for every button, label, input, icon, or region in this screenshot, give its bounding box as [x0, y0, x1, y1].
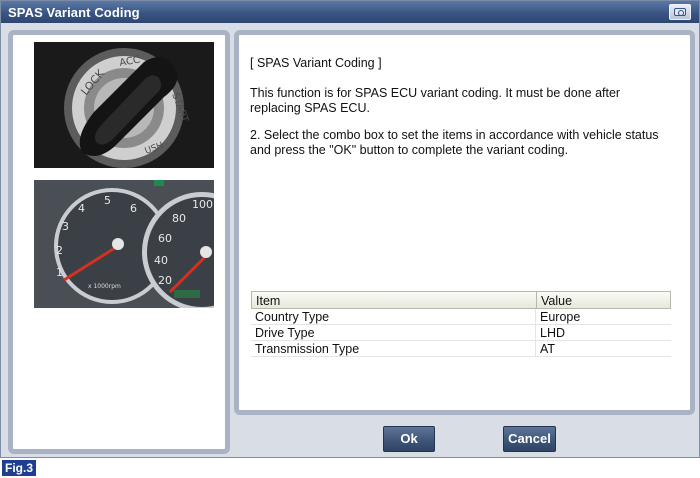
- camera-icon: [674, 8, 686, 16]
- header-value: Value: [541, 294, 573, 308]
- svg-text:20: 20: [158, 274, 172, 287]
- table-row[interactable]: Transmission Type AT: [251, 341, 671, 357]
- camera-button[interactable]: [669, 4, 691, 20]
- drive-type-combo[interactable]: LHD: [536, 325, 671, 340]
- image-panel: LOCK ACC START USH 1 2 3 4 5 6 80 100 60…: [8, 30, 230, 454]
- window-title: SPAS Variant Coding: [8, 5, 140, 20]
- section-title: [ SPAS Variant Coding ]: [250, 56, 382, 70]
- table-row[interactable]: Country Type Europe: [251, 309, 671, 325]
- cancel-button[interactable]: Cancel: [503, 426, 556, 452]
- svg-text:100: 100: [192, 198, 213, 211]
- content-panel: [ SPAS Variant Coding ] This function is…: [234, 30, 695, 415]
- table-row[interactable]: Drive Type LHD: [251, 325, 671, 341]
- svg-text:60: 60: [158, 232, 172, 245]
- title-bar: SPAS Variant Coding: [1, 1, 699, 23]
- svg-text:4: 4: [78, 202, 85, 215]
- row-item-label: Drive Type: [251, 325, 536, 340]
- description-paragraph-1: This function is for SPAS ECU variant co…: [250, 86, 621, 115]
- row-item-label: Transmission Type: [251, 341, 536, 356]
- ignition-key-photo: LOCK ACC START USH: [34, 42, 214, 168]
- svg-text:80: 80: [172, 212, 186, 225]
- country-type-combo[interactable]: Europe: [536, 309, 671, 324]
- svg-text:40: 40: [154, 254, 168, 267]
- svg-text:x 1000rpm: x 1000rpm: [88, 283, 121, 290]
- instrument-cluster-photo: 1 2 3 4 5 6 80 100 60 40 20 x 1000rpm: [34, 180, 214, 308]
- svg-text:6: 6: [130, 202, 137, 215]
- description-paragraph-2: 2. Select the combo box to set the items…: [250, 128, 659, 157]
- header-item: Item: [252, 292, 537, 308]
- transmission-type-combo[interactable]: AT: [536, 341, 671, 356]
- row-item-label: Country Type: [251, 309, 536, 324]
- variant-coding-window: SPAS Variant Coding LOCK ACC START USH 1…: [0, 0, 700, 458]
- svg-text:1: 1: [56, 266, 63, 279]
- ok-button[interactable]: Ok: [383, 426, 435, 452]
- svg-text:5: 5: [104, 194, 111, 207]
- figure-label: Fig.3: [2, 460, 37, 476]
- variant-table: Item Value Country Type Europe Drive Typ…: [251, 291, 671, 357]
- svg-text:3: 3: [62, 220, 69, 233]
- table-header: Item Value: [251, 291, 671, 309]
- svg-text:2: 2: [56, 244, 63, 257]
